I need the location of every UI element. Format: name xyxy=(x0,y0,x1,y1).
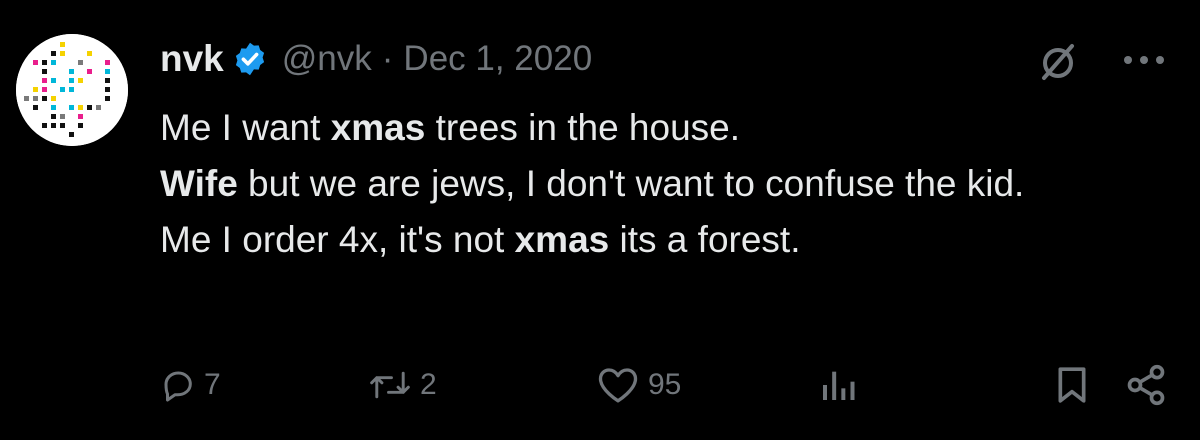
separator-dot: · xyxy=(381,39,394,78)
like-icon xyxy=(598,368,638,403)
like-button[interactable]: 95 xyxy=(596,360,681,410)
tweet-line: Me I want xmas trees in the house. xyxy=(160,100,1170,156)
views-icon xyxy=(823,371,855,400)
like-count: 95 xyxy=(648,368,682,401)
tweet-date[interactable]: Dec 1, 2020 xyxy=(403,39,592,79)
views-button[interactable] xyxy=(818,360,858,410)
tweet-line: Wife but we are jews, I don't want to co… xyxy=(160,156,1170,212)
action-bar: 7 2 95 xyxy=(0,360,1200,410)
avatar[interactable] xyxy=(16,34,128,146)
tweet-text: Me I want xmas trees in the house. Wife … xyxy=(160,100,1170,268)
bold-text: xmas xyxy=(514,219,610,260)
display-name[interactable]: nvk xyxy=(160,38,224,80)
speaker: Me xyxy=(160,107,212,148)
bold-text: xmas xyxy=(330,107,426,148)
speaker: Me xyxy=(160,219,212,260)
verified-badge-icon xyxy=(235,42,264,76)
reply-button[interactable]: 7 xyxy=(160,360,221,410)
repost-count: 2 xyxy=(420,368,437,401)
bookmark-button[interactable] xyxy=(1054,360,1090,410)
handle[interactable]: @nvk xyxy=(282,39,372,79)
avatar-pattern-icon xyxy=(16,34,128,146)
bookmark-icon xyxy=(1058,367,1086,403)
reply-icon xyxy=(164,371,192,402)
share-button[interactable] xyxy=(1124,360,1168,410)
repost-icon xyxy=(370,371,410,399)
tweet[interactable]: nvk @nvk · Dec 1, 2020 Me I want xmas tr… xyxy=(0,0,1200,440)
text-segment: I order 4x, it's not xyxy=(211,219,515,260)
text-segment: I want xyxy=(211,107,331,148)
text-segment: trees in the house. xyxy=(425,107,741,148)
grok-icon[interactable] xyxy=(1036,40,1080,84)
speaker: Wife xyxy=(160,163,238,204)
tweet-header: nvk @nvk · Dec 1, 2020 xyxy=(160,34,592,84)
reply-count: 7 xyxy=(204,368,221,401)
tweet-line: Me I order 4x, it's not xmas its a fores… xyxy=(160,212,1170,268)
repost-button[interactable]: 2 xyxy=(368,360,437,410)
more-icon[interactable] xyxy=(1118,50,1170,70)
share-icon xyxy=(1127,364,1165,406)
text-segment: its a forest. xyxy=(609,219,801,260)
text-segment: but we are jews, I don't want to confuse… xyxy=(237,163,1025,204)
